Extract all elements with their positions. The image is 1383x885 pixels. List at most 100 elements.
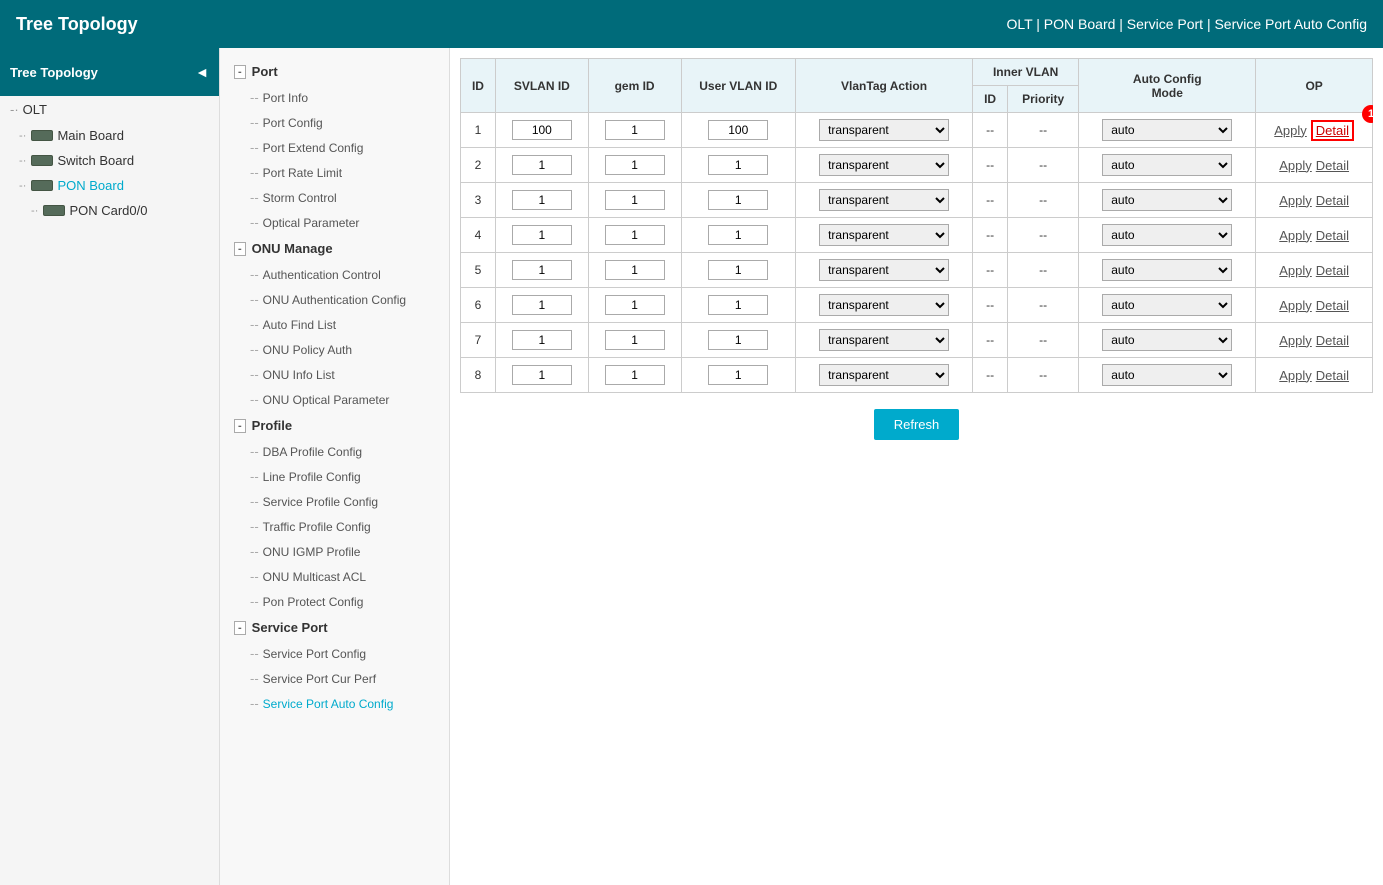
menu-service-port-auto-config[interactable]: --Service Port Auto Config — [220, 691, 449, 716]
select-auto-config-mode[interactable]: automanualdisable — [1102, 364, 1232, 386]
select-vlantag-action[interactable]: transparenttaguntagtranslate — [819, 364, 949, 386]
menu-onu-optical-parameter[interactable]: --ONU Optical Parameter — [220, 387, 449, 412]
select-vlantag-action[interactable]: transparenttaguntagtranslate — [819, 224, 949, 246]
apply-link[interactable]: Apply — [1279, 368, 1312, 383]
apply-link[interactable]: Apply — [1279, 228, 1312, 243]
select-auto-config-mode[interactable]: automanualdisable — [1102, 259, 1232, 281]
apply-link[interactable]: Apply — [1279, 333, 1312, 348]
menu-storm-control[interactable]: --Storm Control — [220, 185, 449, 210]
input-svlan-id[interactable] — [512, 120, 572, 140]
detail-link[interactable]: Detail — [1316, 368, 1349, 383]
menu-dba-profile-config[interactable]: --DBA Profile Config — [220, 439, 449, 464]
menu-traffic-profile-config[interactable]: --Traffic Profile Config — [220, 514, 449, 539]
select-auto-config-mode[interactable]: automanualdisable — [1102, 224, 1232, 246]
section-onu-manage[interactable]: - ONU Manage — [220, 235, 449, 262]
menu-port-info[interactable]: --Port Info — [220, 85, 449, 110]
menu-port-rate-limit[interactable]: --Port Rate Limit — [220, 160, 449, 185]
input-svlan-id[interactable] — [512, 225, 572, 245]
select-vlantag-action[interactable]: transparenttaguntagtranslate — [819, 189, 949, 211]
input-gem-id[interactable] — [605, 330, 665, 350]
input-gem-id[interactable] — [605, 120, 665, 140]
input-gem-id[interactable] — [605, 155, 665, 175]
apply-link[interactable]: Apply — [1279, 193, 1312, 208]
menu-port-extend-config[interactable]: --Port Extend Config — [220, 135, 449, 160]
select-auto-config-mode[interactable]: automanualdisable — [1102, 329, 1232, 351]
detail-link[interactable]: Detail — [1316, 298, 1349, 313]
apply-link[interactable]: Apply — [1279, 298, 1312, 313]
input-svlan-id[interactable] — [512, 260, 572, 280]
input-gem-id[interactable] — [605, 225, 665, 245]
sidebar-collapse-button[interactable]: ◄ — [195, 64, 209, 80]
input-user-vlan-id[interactable] — [708, 330, 768, 350]
input-svlan-id[interactable] — [512, 155, 572, 175]
select-vlantag-action[interactable]: transparenttaguntagtranslate — [819, 154, 949, 176]
input-user-vlan-id[interactable] — [708, 295, 768, 315]
input-gem-id[interactable] — [605, 190, 665, 210]
detail-link[interactable]: Detail — [1316, 193, 1349, 208]
menu-service-port-cur-perf[interactable]: --Service Port Cur Perf — [220, 666, 449, 691]
cell-svlan-id — [495, 183, 588, 218]
menu-service-port-config[interactable]: --Service Port Config — [220, 641, 449, 666]
cell-inner-vlan-priority: -- — [1008, 323, 1079, 358]
menu-onu-igmp-profile[interactable]: --ONU IGMP Profile — [220, 539, 449, 564]
menu-optical-parameter[interactable]: --Optical Parameter — [220, 210, 449, 235]
input-gem-id[interactable] — [605, 295, 665, 315]
select-vlantag-action[interactable]: transparenttaguntagtranslate — [819, 119, 949, 141]
select-auto-config-mode[interactable]: automanualdisable — [1102, 154, 1232, 176]
switch-board-label: Switch Board — [57, 153, 134, 168]
refresh-button[interactable]: Refresh — [874, 409, 960, 440]
cell-vlantag-action: transparenttaguntagtranslate — [796, 358, 973, 393]
sidebar-item-olt[interactable]: -· OLT — [0, 96, 219, 123]
select-auto-config-mode[interactable]: automanualdisable — [1102, 119, 1232, 141]
input-svlan-id[interactable] — [512, 295, 572, 315]
select-auto-config-mode[interactable]: automanualdisable — [1102, 294, 1232, 316]
table-row: 6transparenttaguntagtranslate----automan… — [461, 288, 1373, 323]
detail-link[interactable]: Detail — [1316, 333, 1349, 348]
cell-user-vlan-id — [681, 113, 796, 148]
menu-port-config[interactable]: --Port Config — [220, 110, 449, 135]
menu-line-profile-config[interactable]: --Line Profile Config — [220, 464, 449, 489]
menu-authentication-control[interactable]: --Authentication Control — [220, 262, 449, 287]
input-svlan-id[interactable] — [512, 365, 572, 385]
detail-link[interactable]: Detail — [1316, 158, 1349, 173]
menu-onu-info-list[interactable]: --ONU Info List — [220, 362, 449, 387]
input-user-vlan-id[interactable] — [708, 155, 768, 175]
sidebar-item-pon-board[interactable]: -· PON Board — [0, 173, 219, 198]
cell-auto-config-mode: automanualdisable — [1079, 323, 1256, 358]
input-user-vlan-id[interactable] — [708, 225, 768, 245]
input-user-vlan-id[interactable] — [708, 365, 768, 385]
cell-inner-vlan-priority: -- — [1008, 253, 1079, 288]
input-user-vlan-id[interactable] — [708, 260, 768, 280]
select-vlantag-action[interactable]: transparenttaguntagtranslate — [819, 259, 949, 281]
sidebar-item-pon-card[interactable]: -· PON Card0/0 — [0, 198, 219, 223]
refresh-area: Refresh — [460, 393, 1373, 456]
select-vlantag-action[interactable]: transparenttaguntagtranslate — [819, 329, 949, 351]
section-service-port[interactable]: - Service Port — [220, 614, 449, 641]
input-user-vlan-id[interactable] — [708, 190, 768, 210]
apply-link[interactable]: Apply — [1274, 123, 1307, 138]
menu-onu-multicast-acl[interactable]: --ONU Multicast ACL — [220, 564, 449, 589]
detail-link[interactable]: Detail — [1316, 228, 1349, 243]
select-vlantag-action[interactable]: transparenttaguntagtranslate — [819, 294, 949, 316]
detail-link[interactable]: Detail — [1311, 120, 1354, 141]
section-profile[interactable]: - Profile — [220, 412, 449, 439]
menu-service-profile-config[interactable]: --Service Profile Config — [220, 489, 449, 514]
input-svlan-id[interactable] — [512, 330, 572, 350]
input-user-vlan-id[interactable] — [708, 120, 768, 140]
input-gem-id[interactable] — [605, 365, 665, 385]
apply-link[interactable]: Apply — [1279, 158, 1312, 173]
select-auto-config-mode[interactable]: automanualdisable — [1102, 189, 1232, 211]
menu-onu-authentication-config[interactable]: --ONU Authentication Config — [220, 287, 449, 312]
detail-link[interactable]: Detail — [1316, 263, 1349, 278]
menu-pon-protect-config[interactable]: --Pon Protect Config — [220, 589, 449, 614]
input-svlan-id[interactable] — [512, 190, 572, 210]
content-panel: ID SVLAN ID gem ID User VLAN ID VlanTag … — [450, 48, 1383, 885]
section-port[interactable]: - Port — [220, 58, 449, 85]
menu-auto-find-list[interactable]: --Auto Find List — [220, 312, 449, 337]
sidebar-item-main-board[interactable]: -· Main Board — [0, 123, 219, 148]
sidebar-item-switch-board[interactable]: -· Switch Board — [0, 148, 219, 173]
apply-link[interactable]: Apply — [1279, 263, 1312, 278]
menu-onu-policy-auth[interactable]: --ONU Policy Auth — [220, 337, 449, 362]
section-profile-label: Profile — [252, 418, 292, 433]
input-gem-id[interactable] — [605, 260, 665, 280]
